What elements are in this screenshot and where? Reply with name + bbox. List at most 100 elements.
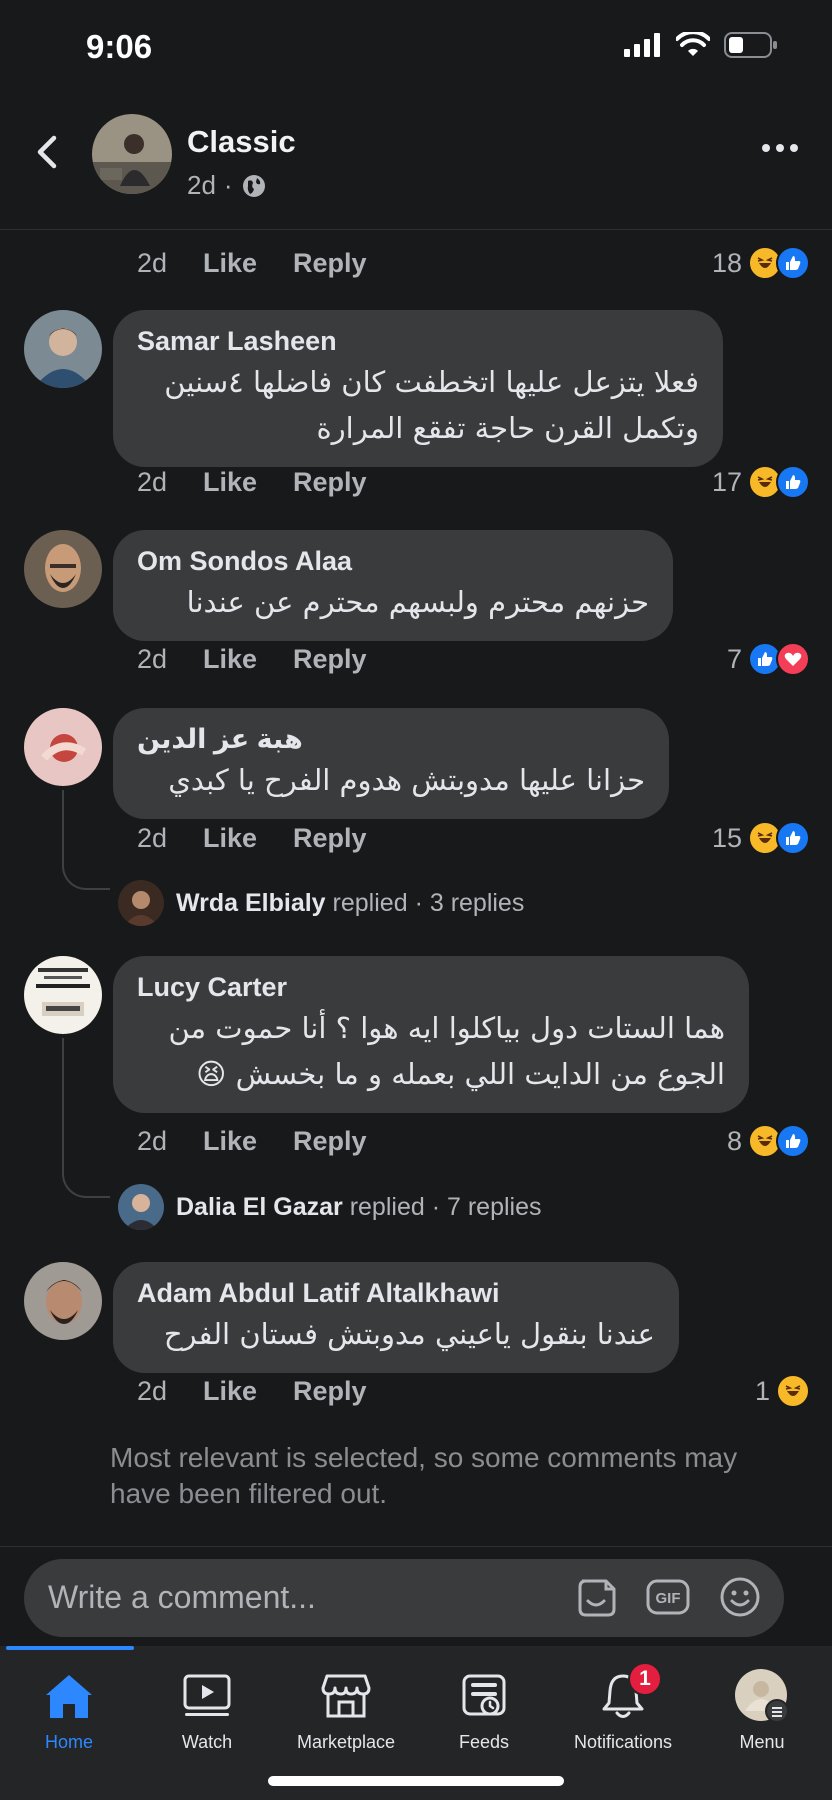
gif-label: GIF xyxy=(656,1590,681,1607)
more-options-icon[interactable] xyxy=(762,142,802,154)
gif-icon[interactable]: GIF xyxy=(644,1573,692,1621)
comment-text-line: عندنا بنقول ياعيني مدوبتش فستان الفرح xyxy=(163,1317,655,1351)
status-icons xyxy=(624,32,778,58)
comment-text-line: فعلا يتزعل عليها اتخطفت كان فاضلها ٤سنين xyxy=(164,365,699,399)
comment-author[interactable]: Lucy Carter xyxy=(137,972,725,1003)
comment-bubble[interactable]: Lucy Carter هما الستات دول بياكلوا ايه ه… xyxy=(113,956,749,1114)
comment-bubble[interactable]: Adam Abdul Latif Altalkhawi عندنا بنقول … xyxy=(113,1262,679,1374)
reaction-summary[interactable]: 7 xyxy=(727,642,810,676)
view-replies-link[interactable]: Dalia El Gazar replied · 7 replies xyxy=(118,1184,542,1230)
comment-text-line: الجوع من الدايت اللي بعمله و ما بخسش 😫 xyxy=(196,1057,725,1092)
page-name[interactable]: Classic xyxy=(187,124,296,160)
like-button[interactable]: Like xyxy=(203,644,293,675)
comment-input[interactable]: Write a comment... GIF xyxy=(24,1559,784,1637)
reaction-summary[interactable]: 17 xyxy=(712,465,810,499)
reply-button[interactable]: Reply xyxy=(293,467,367,498)
like-button[interactable]: Like xyxy=(203,823,293,854)
back-arrow-icon[interactable] xyxy=(30,132,66,172)
post-header: Classic 2d · xyxy=(0,92,832,230)
nav-label: Menu xyxy=(739,1732,785,1752)
comment-actions: 2d Like Reply xyxy=(137,248,367,279)
like-button[interactable]: Like xyxy=(203,467,293,498)
like-reaction-icon xyxy=(776,465,810,499)
status-time: 9:06 xyxy=(86,28,153,65)
commenter-avatar[interactable] xyxy=(24,530,102,608)
nav-notifications[interactable]: 1 Notifications xyxy=(554,1662,692,1753)
commenter-avatar[interactable] xyxy=(24,310,102,388)
comment-actions: 2d Like Reply xyxy=(137,823,367,854)
replies-separator: · xyxy=(431,1192,441,1221)
reaction-summary[interactable]: 18 xyxy=(712,246,810,280)
emoji-icon[interactable] xyxy=(716,1573,764,1621)
replier-name: Dalia El Gazar xyxy=(176,1192,343,1221)
reaction-summary[interactable]: 15 xyxy=(712,821,810,855)
comment-time: 2d xyxy=(137,1376,168,1406)
comment-text-line: حزانا عليها مدوبتش هدوم الفرح يا كبدي xyxy=(168,763,645,797)
like-reaction-icon xyxy=(776,1124,810,1158)
like-button[interactable]: Like xyxy=(203,248,293,279)
comment-bubble[interactable]: هبة عز الدين حزانا عليها مدوبتش هدوم الف… xyxy=(113,708,669,820)
comment-author[interactable]: Om Sondos Alaa xyxy=(137,546,649,577)
replied-label: replied xyxy=(332,888,408,917)
replies-count: 7 replies xyxy=(447,1192,542,1221)
wifi-icon xyxy=(676,32,710,56)
signal-icon xyxy=(624,33,660,57)
reaction-summary[interactable]: 1 xyxy=(755,1374,810,1408)
notification-badge: 1 xyxy=(628,1662,662,1696)
like-button[interactable]: Like xyxy=(203,1376,293,1407)
like-button[interactable]: Like xyxy=(203,1126,293,1157)
reaction-count: 1 xyxy=(754,1375,770,1406)
post-meta: 2d · xyxy=(187,170,267,201)
page-avatar[interactable] xyxy=(92,114,172,194)
commenter-avatar[interactable] xyxy=(24,1262,102,1340)
comment-bubble[interactable]: Samar Lasheen فعلا يتزعل عليها اتخطفت كا… xyxy=(113,310,723,468)
comment-author[interactable]: Samar Lasheen xyxy=(137,326,699,357)
comment-text-line: حزنهم محترم ولبسهم محترم عن عندنا xyxy=(186,585,649,619)
comment-author[interactable]: هبة عز الدين xyxy=(137,724,645,755)
comment-actions: 2d Like Reply xyxy=(137,467,367,498)
globe-icon xyxy=(242,174,265,197)
profile-menu-avatar-icon xyxy=(735,1669,789,1723)
reply-button[interactable]: Reply xyxy=(293,1376,367,1407)
marketplace-store-icon xyxy=(321,1674,371,1718)
post-time: 2d xyxy=(187,170,216,200)
feeds-icon xyxy=(462,1674,506,1716)
sticker-icon[interactable] xyxy=(572,1573,620,1621)
comment-actions: 2d Like Reply xyxy=(137,644,367,675)
comment-bubble[interactable]: Om Sondos Alaa حزنهم محترم ولبسهم محترم … xyxy=(113,530,673,642)
nav-watch[interactable]: Watch xyxy=(138,1668,276,1753)
reaction-summary[interactable]: 8 xyxy=(727,1124,810,1158)
comment-author[interactable]: Adam Abdul Latif Altalkhawi xyxy=(137,1278,655,1309)
commenter-avatar[interactable] xyxy=(24,708,102,786)
reaction-count: 15 xyxy=(711,822,742,853)
haha-reaction-icon xyxy=(776,1374,810,1408)
nav-home[interactable]: Home xyxy=(0,1668,138,1753)
comment-time: 2d xyxy=(137,467,168,497)
reply-avatar xyxy=(118,1184,164,1230)
replier-name: Wrda Elbialy xyxy=(176,888,326,917)
reaction-count: 7 xyxy=(726,643,742,674)
nav-label: Marketplace xyxy=(296,1732,396,1752)
comment-text-line: هما الستات دول بياكلوا ايه هوا ؟ أنا حمو… xyxy=(168,1011,725,1045)
reaction-count: 17 xyxy=(711,466,742,497)
reply-button[interactable]: Reply xyxy=(293,248,367,279)
comment-actions: 2d Like Reply xyxy=(137,1126,367,1157)
nav-label: Feeds xyxy=(458,1732,510,1752)
reply-avatar xyxy=(118,880,164,926)
nav-marketplace[interactable]: Marketplace xyxy=(277,1668,415,1753)
reaction-count: 18 xyxy=(711,247,742,278)
comment-time: 2d xyxy=(137,248,168,278)
nav-label: Home xyxy=(44,1732,93,1752)
reply-button[interactable]: Reply xyxy=(293,644,367,675)
comment-placeholder: Write a comment... xyxy=(48,1579,316,1615)
commenter-avatar[interactable] xyxy=(24,956,102,1034)
love-reaction-icon xyxy=(776,642,810,676)
active-tab-indicator xyxy=(6,1646,134,1650)
view-replies-link[interactable]: Wrda Elbialy replied · 3 replies xyxy=(118,880,524,926)
nav-feeds[interactable]: Feeds xyxy=(415,1668,553,1753)
reply-button[interactable]: Reply xyxy=(293,1126,367,1157)
comment-text-line: وتكمل القرن حاجة تفقع المرارة xyxy=(316,411,699,446)
meta-separator: · xyxy=(223,170,233,200)
reply-button[interactable]: Reply xyxy=(293,823,367,854)
nav-menu[interactable]: Menu xyxy=(693,1668,831,1753)
